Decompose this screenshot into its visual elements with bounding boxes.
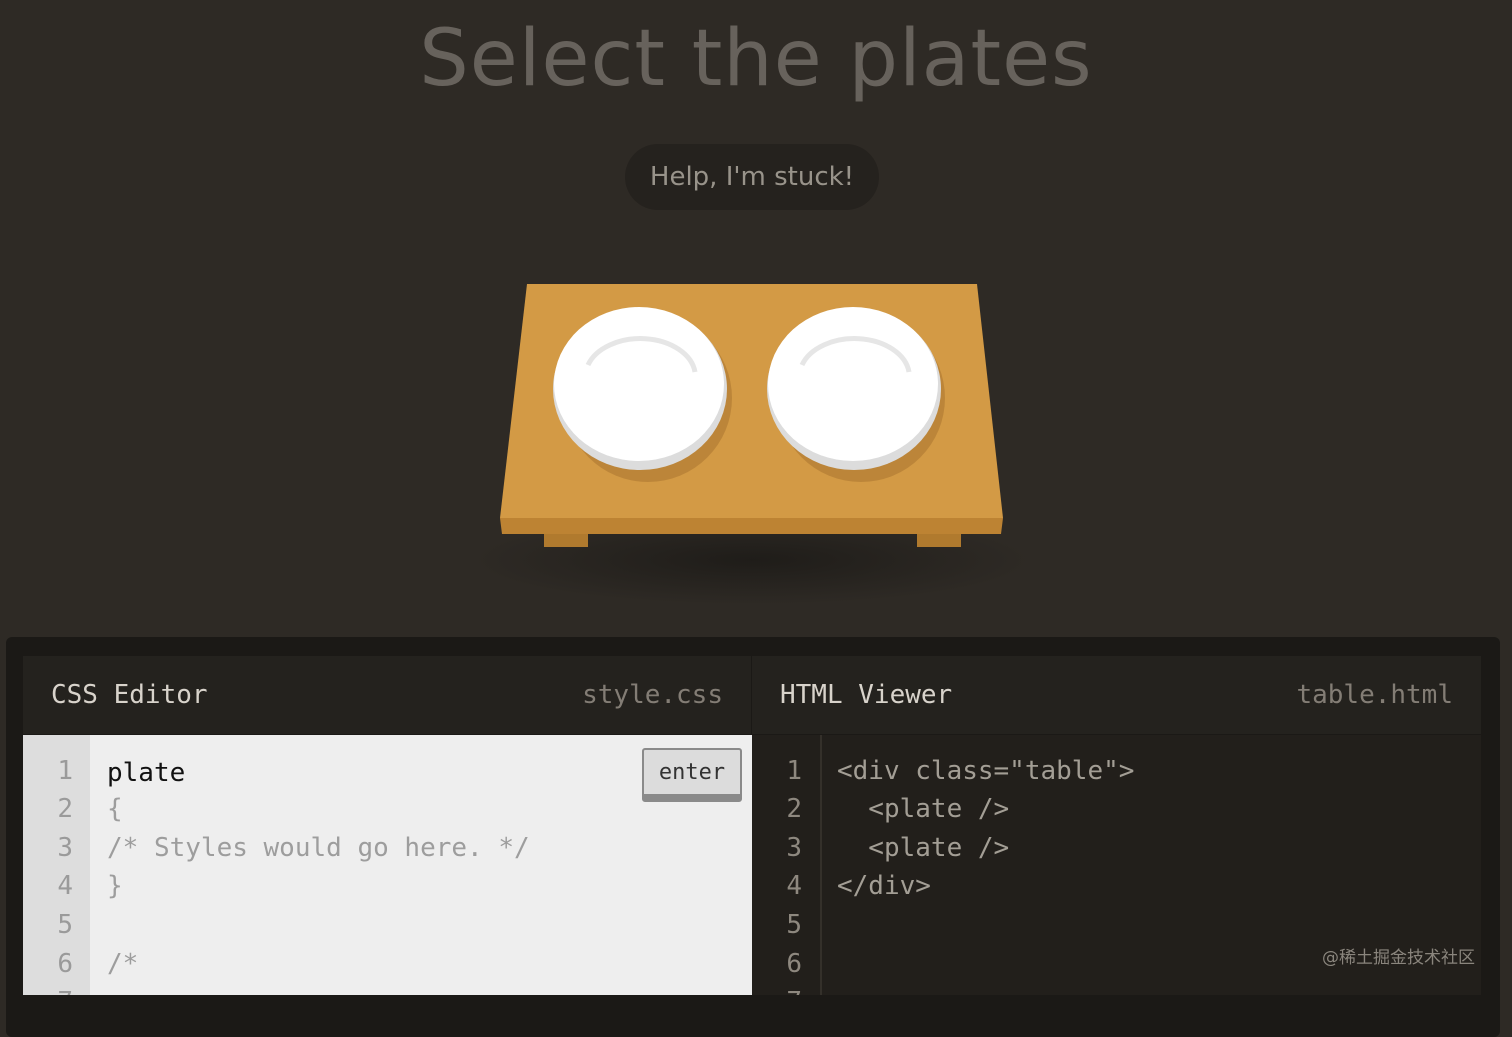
css-code-line: /* bbox=[107, 949, 139, 979]
table-scene bbox=[472, 284, 1032, 605]
table-leg-right bbox=[917, 534, 961, 547]
css-editor-title: CSS Editor bbox=[51, 680, 208, 710]
enter-button[interactable]: enter bbox=[642, 748, 742, 802]
css-code-line: { bbox=[107, 794, 123, 824]
html-line-number: 1 bbox=[786, 756, 802, 786]
css-editor-filename: style.css bbox=[582, 680, 723, 710]
html-code-line[interactable]: <plate /> bbox=[837, 833, 1009, 863]
css-line-number: 6 bbox=[57, 949, 73, 979]
html-code-line[interactable]: <plate /> bbox=[837, 794, 1009, 824]
html-line-number: 5 bbox=[786, 910, 802, 940]
css-line-number: 4 bbox=[57, 871, 73, 901]
html-line-number: 6 bbox=[786, 949, 802, 979]
table-leg-left bbox=[544, 534, 588, 547]
table-front bbox=[500, 518, 1003, 534]
html-line-gutter: 1 2 3 4 5 6 7 bbox=[752, 735, 822, 995]
watermark: @稀土掘金技术社区 bbox=[1322, 948, 1475, 968]
html-viewer-title: HTML Viewer bbox=[780, 680, 953, 710]
css-code-line: /* Styles would go here. */ bbox=[107, 833, 530, 863]
css-code-line: } bbox=[107, 871, 123, 901]
css-selector-input[interactable] bbox=[107, 756, 627, 790]
html-line-number: 2 bbox=[786, 794, 802, 824]
css-line-number: 3 bbox=[57, 833, 73, 863]
html-code-line[interactable]: <div class="table"> bbox=[837, 756, 1134, 786]
css-line-gutter: 1 2 3 4 5 6 7 bbox=[23, 735, 90, 995]
css-line-number: 1 bbox=[57, 756, 73, 786]
html-viewer-filename: table.html bbox=[1296, 680, 1453, 710]
html-code-line[interactable]: </div> bbox=[837, 871, 931, 901]
css-line-number: 5 bbox=[57, 910, 73, 940]
css-line-number: 2 bbox=[57, 794, 73, 824]
html-line-number: 3 bbox=[786, 833, 802, 863]
html-viewer-header: HTML Viewer table.html bbox=[752, 656, 1481, 734]
css-editor-header: CSS Editor style.css bbox=[23, 656, 752, 734]
html-line-number: 4 bbox=[786, 871, 802, 901]
css-editor: 1 2 3 4 5 6 7 enter { /* Styles would go… bbox=[23, 735, 752, 995]
